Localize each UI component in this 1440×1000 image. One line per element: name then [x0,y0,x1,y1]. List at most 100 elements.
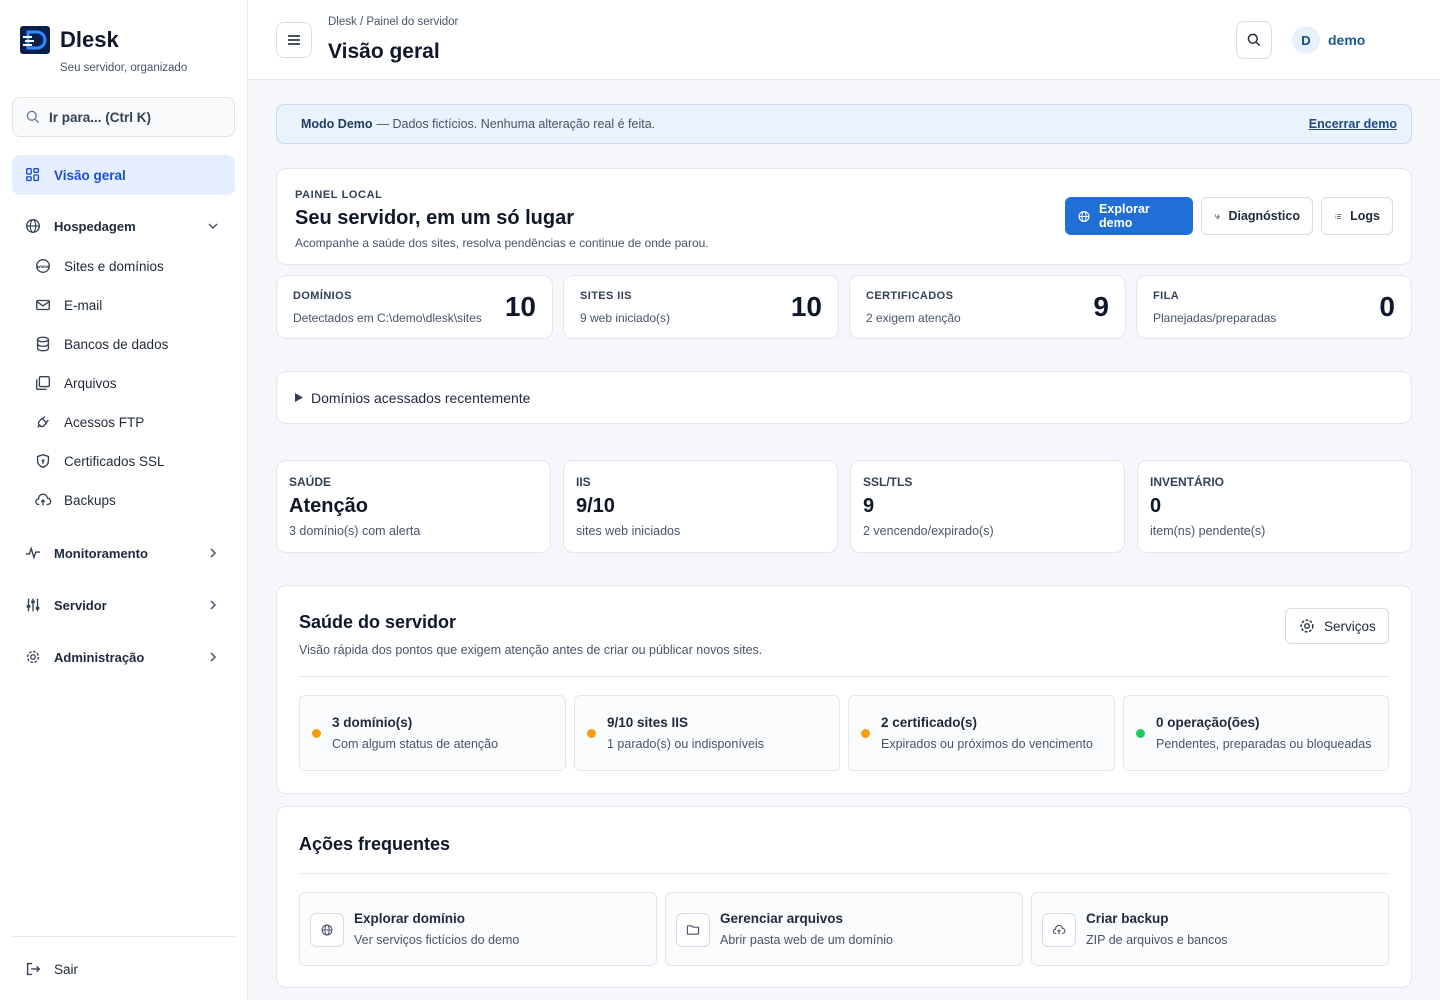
services-button[interactable]: Serviços [1285,608,1389,644]
stat-sub: Detectados em C:\demo\dlesk\sites [293,311,482,325]
action-title: Explorar domínio [354,911,466,926]
health-tile-iis[interactable]: 9/10 sites IIS 1 parado(s) ou indisponív… [574,695,840,771]
action-sub: ZIP de arquivos e bancos [1086,933,1228,947]
kpi-label: INVENTÁRIO [1150,475,1225,489]
plug-icon [37,416,49,428]
frequent-actions-section: Ações frequentes Explorar domínio Ver se… [276,806,1412,988]
section-title: Ações frequentes [299,834,451,854]
www-icon: www [36,259,50,273]
hero-eyebrow: PAINEL LOCAL [295,189,383,201]
brand[interactable]: Dlesk [20,26,119,54]
demo-banner-text: — Dados fictícios. Nenhuma alteração rea… [376,117,656,131]
cloud-upload-icon [1052,924,1066,935]
action-icon-box [676,913,710,947]
folder-icon [686,925,700,935]
action-title: Gerenciar arquivos [720,911,844,926]
health-tile-operacoes[interactable]: 0 operação(ões) Pendentes, preparadas ou… [1123,695,1389,771]
kpi-label: IIS [576,475,591,489]
tile-sub: Pendentes, preparadas ou bloqueadas [1156,737,1372,751]
stat-card-certificados[interactable]: CERTIFICADOS 2 exigem atenção 9 [849,275,1126,339]
kpi-card-iis: IIS 9/10 sites web iniciados [563,460,838,553]
globe-icon [1078,210,1090,222]
cloud-upload-icon [35,493,52,506]
action-explore-domain[interactable]: Explorar domínio Ver serviços fictícios … [299,892,657,966]
stat-card-sites-iis[interactable]: SITES IIS 9 web iniciado(s) 10 [563,275,839,339]
stat-sub: 9 web iniciado(s) [580,311,671,325]
tile-sub: Com algum status de atenção [332,737,499,751]
sidebar-item-label: Bancos de dados [64,336,169,352]
logout-icon [26,962,41,976]
menu-toggle-button[interactable] [276,22,312,58]
sidebar-item-label: E-mail [64,297,103,313]
kpi-sub: item(ns) pendente(s) [1150,524,1266,538]
action-manage-files[interactable]: Gerenciar arquivos Abrir pasta web de um… [665,892,1023,966]
health-tile-dominios[interactable]: 3 domínio(s) Com algum status de atenção [299,695,566,771]
sidebar-item-label: Backups [64,492,116,508]
search-icon [1247,33,1261,47]
triangle-right-icon [295,393,303,402]
user-name[interactable]: demo [1328,32,1365,48]
end-demo-link[interactable]: Encerrar demo [1309,117,1397,131]
section-title: Saúde do servidor [299,612,457,632]
logout-button[interactable]: Sair [12,949,235,989]
sidebar-item-ftp[interactable]: Acessos FTP [12,402,235,442]
sidebar-group-administracao[interactable]: Administração [12,637,235,677]
sliders-icon [26,598,40,612]
sidebar-item-label: Sites e domínios [64,258,164,274]
breadcrumb: Dlesk / Painel do servidor [328,16,459,28]
sidebar-item-email[interactable]: E-mail [12,285,235,325]
section-subtitle: Visão rápida dos pontos que exigem atenç… [299,643,763,657]
sidebar-item-databases[interactable]: Bancos de dados [12,324,235,364]
kpi-value: 9/10 [576,495,615,517]
stat-card-fila[interactable]: FILA Planejadas/preparadas 0 [1136,275,1412,339]
health-tile-certificados[interactable]: 2 certificado(s) Expirados ou próximos d… [848,695,1115,771]
explore-demo-button[interactable]: Explorar demo [1065,197,1193,235]
warning-dot-icon [861,729,870,738]
kpi-value: 9 [863,495,875,517]
sidebar-group-hospedagem[interactable]: Hospedagem [12,206,235,246]
dlesk-logo-icon [20,26,50,54]
brand-tagline: Seu servidor, organizado [60,62,188,74]
diagnostic-button[interactable]: Diagnóstico [1201,197,1313,235]
pulse-icon [25,546,41,560]
hero-title: Seu servidor, em um só lugar [295,207,574,229]
tile-title: 9/10 sites IIS [607,715,689,730]
tile-sub: 1 parado(s) ou indisponíveis [607,737,765,751]
sidebar-group-monitoramento[interactable]: Monitoramento [12,533,235,573]
kpi-sub: 3 domínio(s) com alerta [289,524,421,538]
kpi-label: SSL/TLS [863,475,913,489]
kpi-card-inventario: INVENTÁRIO 0 item(ns) pendente(s) [1137,460,1412,553]
logs-button[interactable]: Logs [1321,197,1393,235]
sidebar-item-label: Certificados SSL [64,453,165,469]
sidebar-group-servidor[interactable]: Servidor [12,585,235,625]
action-create-backup[interactable]: Criar backup ZIP de arquivos e bancos [1031,892,1389,966]
recent-domains-toggle[interactable]: Domínios acessados recentemente [276,371,1412,424]
quick-search-input[interactable]: Ir para... (Ctrl K) [12,97,235,137]
sidebar-item-visao-geral[interactable]: Visão geral [12,155,235,195]
stat-value: 0 [1379,291,1395,322]
action-sub: Abrir pasta web de um domínio [720,933,894,947]
avatar[interactable]: D [1292,26,1320,54]
stat-label: DOMÍNIOS [293,290,352,302]
gear-icon [26,650,40,664]
sidebar-item-arquivos[interactable]: Arquivos [12,363,235,403]
sidebar-item-label: Arquivos [64,375,117,391]
sidebar-item-ssl[interactable]: Certificados SSL [12,441,235,481]
section-divider [299,676,1389,677]
diagnostic-label: Diagnóstico [1228,209,1300,223]
search-button[interactable] [1236,21,1272,59]
hero-subtitle: Acompanhe a saúde dos sites, resolva pen… [295,236,709,250]
sidebar-item-label: Visão geral [54,167,126,183]
stethoscope-icon [1215,213,1220,219]
stat-card-dominios[interactable]: DOMÍNIOS Detectados em C:\demo\dlesk\sit… [276,275,553,339]
list-icon [1335,213,1341,219]
stat-label: FILA [1153,290,1180,302]
sidebar-group-label: Servidor [54,597,107,613]
tile-title: 2 certificado(s) [881,715,978,730]
sidebar-item-sites[interactable]: www Sites e domínios [12,246,235,286]
action-icon-box [1042,913,1076,947]
warning-dot-icon [312,729,321,738]
sidebar-group-label: Administração [54,649,145,665]
page-title: Visão geral [328,40,440,63]
sidebar-item-backups[interactable]: Backups [12,480,235,520]
